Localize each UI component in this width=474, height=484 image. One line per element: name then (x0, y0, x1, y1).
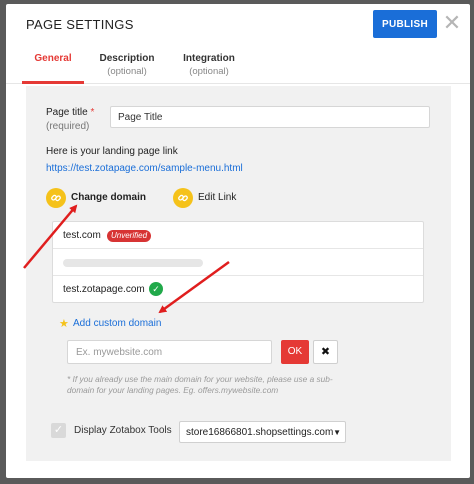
general-panel: Page title * (required) Page Title Here … (26, 86, 451, 461)
tab-description-sub: (optional) (107, 66, 147, 77)
star-icon: ★ (59, 318, 69, 330)
unverified-badge: Unverified (107, 230, 152, 242)
edit-link-button[interactable]: Edit Link (173, 186, 253, 210)
link-icon (173, 188, 193, 208)
landing-link-url[interactable]: https://test.zotapage.com/sample-menu.ht… (46, 163, 243, 174)
add-custom-domain-label: Add custom domain (73, 318, 162, 329)
custom-domain-input[interactable]: Ex. mywebsite.com (67, 340, 272, 364)
page-title-label-text: Page title (46, 107, 88, 118)
domain-option[interactable]: test.com Unverified (53, 222, 423, 249)
domain-option[interactable] (53, 249, 423, 276)
landing-link-heading: Here is your landing page link (46, 146, 178, 157)
tab-integration-sub: (optional) (189, 66, 229, 77)
page-title-label: Page title * (required) (46, 106, 94, 134)
store-select[interactable]: store16866801.shopsettings.com ▼ (179, 421, 346, 443)
tab-integration[interactable]: Integration (optional) (176, 52, 242, 78)
tab-integration-label: Integration (183, 53, 235, 64)
ok-button[interactable]: OK (281, 340, 309, 364)
page-title-input[interactable]: Page Title (110, 106, 430, 128)
required-note: (required) (46, 121, 90, 132)
settings-tabs: General Description (optional) Integrati… (6, 44, 470, 84)
modal-header: PAGE SETTINGS PUBLISH ✕ (6, 4, 470, 44)
change-domain-label: Change domain (71, 192, 147, 203)
tab-description-label: Description (99, 53, 155, 64)
domain-name: test.com (63, 230, 101, 241)
display-tools-label: Display Zotabox Tools (74, 425, 172, 436)
store-select-value: store16866801.shopsettings.com (186, 427, 334, 438)
subdomain-hint: * If you already use the main domain for… (67, 374, 333, 395)
domain-option[interactable]: test.zotapage.com ✓ (53, 276, 423, 303)
domain-list: test.com Unverified test.zotapage.com ✓ (52, 221, 424, 303)
required-star: * (90, 107, 95, 118)
change-domain-button[interactable]: Change domain (46, 186, 156, 210)
publish-button[interactable]: PUBLISH (373, 10, 437, 38)
modal-title: PAGE SETTINGS (26, 17, 134, 32)
domain-name: test.zotapage.com (63, 284, 145, 295)
check-circle-icon: ✓ (149, 282, 163, 296)
display-tools-checkbox[interactable]: ✓ (51, 423, 66, 438)
caret-down-icon: ▼ (333, 428, 341, 437)
link-icon (46, 188, 66, 208)
tab-general-label: General (34, 53, 72, 64)
blurred-domain (63, 259, 203, 267)
tab-description[interactable]: Description (optional) (92, 52, 162, 78)
edit-link-label: Edit Link (198, 192, 237, 203)
cancel-icon[interactable]: ✖ (313, 340, 338, 364)
page-settings-modal: PAGE SETTINGS PUBLISH ✕ General Descript… (6, 4, 470, 478)
close-icon[interactable]: ✕ (442, 12, 462, 34)
tab-general[interactable]: General (22, 52, 84, 84)
